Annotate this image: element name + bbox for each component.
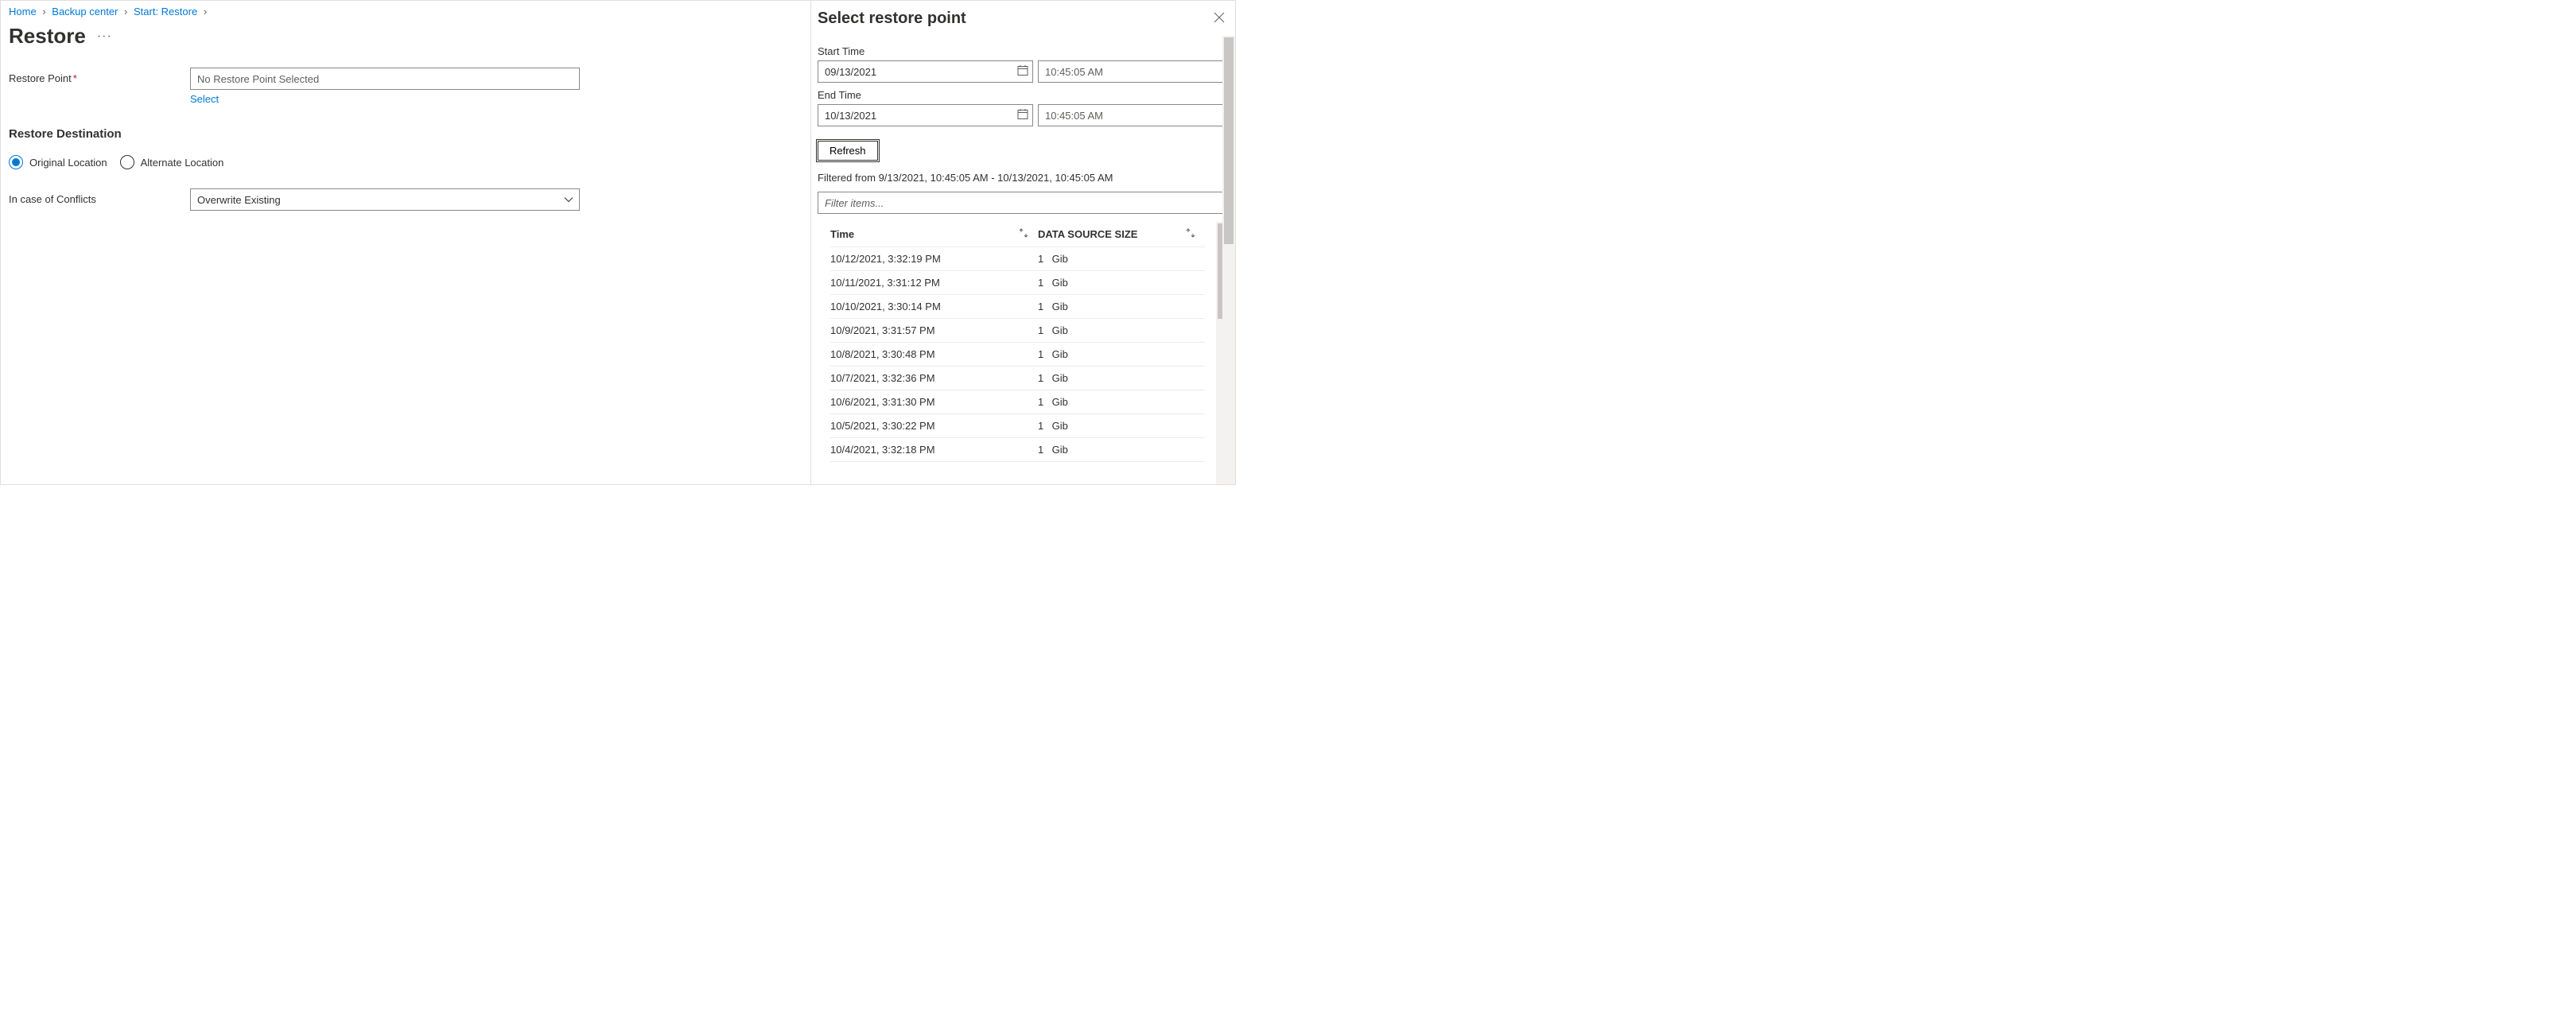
- cell-size: 1 Gib: [1038, 396, 1205, 408]
- table-row[interactable]: 10/7/2021, 3:32:36 PM1 Gib: [830, 367, 1205, 390]
- breadcrumb-item[interactable]: Backup center: [52, 6, 118, 17]
- select-restore-point-panel: Select restore point Start Time End Time: [810, 1, 1235, 484]
- start-time-input[interactable]: [1038, 60, 1229, 83]
- restore-destination-heading: Restore Destination: [9, 127, 802, 141]
- column-header-time[interactable]: Time: [830, 228, 854, 240]
- cell-time: 10/11/2021, 3:31:12 PM: [830, 277, 1038, 289]
- table-header: Time DATA SOURCE SIZE: [830, 222, 1205, 247]
- radio-original-location[interactable]: Original Location: [9, 155, 107, 169]
- table-row[interactable]: 10/5/2021, 3:30:22 PM1 Gib: [830, 414, 1205, 438]
- breadcrumb-item[interactable]: Start: Restore: [134, 6, 197, 17]
- cell-time: 10/7/2021, 3:32:36 PM: [830, 372, 1038, 384]
- conflicts-label: In case of Conflicts: [9, 188, 190, 205]
- cell-size: 1 Gib: [1038, 324, 1205, 336]
- table-row[interactable]: 10/6/2021, 3:31:30 PM1 Gib: [830, 390, 1205, 414]
- cell-size: 1 Gib: [1038, 253, 1205, 265]
- close-icon: [1214, 12, 1225, 25]
- cell-time: 10/4/2021, 3:32:18 PM: [830, 444, 1038, 456]
- cell-size: 1 Gib: [1038, 277, 1205, 289]
- radio-alternate-location[interactable]: Alternate Location: [120, 155, 224, 169]
- end-time-label: End Time: [818, 89, 1229, 101]
- chevron-right-icon: ›: [42, 6, 45, 17]
- cell-size: 1 Gib: [1038, 301, 1205, 312]
- radio-label: Original Location: [29, 157, 107, 169]
- more-icon[interactable]: ···: [97, 29, 112, 44]
- table-row[interactable]: 10/9/2021, 3:31:57 PM1 Gib: [830, 319, 1205, 343]
- calendar-icon[interactable]: [1017, 65, 1028, 79]
- panel-title: Select restore point: [818, 10, 966, 28]
- cell-size: 1 Gib: [1038, 420, 1205, 432]
- restore-point-input[interactable]: [190, 68, 580, 90]
- start-time-label: Start Time: [818, 45, 1229, 57]
- cell-time: 10/10/2021, 3:30:14 PM: [830, 301, 1038, 312]
- cell-time: 10/12/2021, 3:32:19 PM: [830, 253, 1038, 265]
- start-date-input[interactable]: [818, 60, 1033, 83]
- breadcrumb: Home › Backup center › Start: Restore ›: [1, 6, 810, 17]
- restore-point-label: Restore Point*: [9, 68, 190, 84]
- end-date-input[interactable]: [818, 104, 1033, 126]
- table-row[interactable]: 10/8/2021, 3:30:48 PM1 Gib: [830, 343, 1205, 367]
- scrollbar-thumb[interactable]: [1224, 37, 1234, 244]
- radio-label: Alternate Location: [141, 157, 224, 169]
- calendar-icon[interactable]: [1017, 109, 1028, 122]
- conflicts-dropdown[interactable]: [190, 188, 580, 211]
- cell-size: 1 Gib: [1038, 372, 1205, 384]
- cell-size: 1 Gib: [1038, 444, 1205, 456]
- chevron-right-icon: ›: [124, 6, 127, 17]
- sort-icon[interactable]: [1019, 228, 1028, 240]
- table-row[interactable]: 10/11/2021, 3:31:12 PM1 Gib: [830, 271, 1205, 295]
- select-restore-point-link[interactable]: Select: [190, 93, 219, 105]
- cell-time: 10/6/2021, 3:31:30 PM: [830, 396, 1038, 408]
- cell-size: 1 Gib: [1038, 348, 1205, 360]
- column-header-size[interactable]: DATA SOURCE SIZE: [1038, 228, 1137, 240]
- cell-time: 10/5/2021, 3:30:22 PM: [830, 420, 1038, 432]
- filter-items-input[interactable]: [818, 192, 1229, 214]
- cell-time: 10/8/2021, 3:30:48 PM: [830, 348, 1038, 360]
- table-row[interactable]: 10/4/2021, 3:32:18 PM1 Gib: [830, 438, 1205, 462]
- table-row[interactable]: 10/10/2021, 3:30:14 PM1 Gib: [830, 295, 1205, 319]
- chevron-right-icon: ›: [204, 6, 207, 17]
- radio-checked-icon: [9, 155, 23, 169]
- page-title: Restore: [9, 24, 86, 49]
- filtered-range-text: Filtered from 9/13/2021, 10:45:05 AM - 1…: [818, 172, 1229, 184]
- breadcrumb-item[interactable]: Home: [9, 6, 37, 17]
- cell-time: 10/9/2021, 3:31:57 PM: [830, 324, 1038, 336]
- sort-icon[interactable]: [1186, 228, 1195, 240]
- end-time-input[interactable]: [1038, 104, 1229, 126]
- radio-unchecked-icon: [120, 155, 134, 169]
- panel-scrollbar[interactable]: [1222, 36, 1235, 484]
- close-button[interactable]: [1208, 7, 1230, 29]
- table-row[interactable]: 10/12/2021, 3:32:19 PM1 Gib: [830, 247, 1205, 271]
- refresh-button[interactable]: Refresh: [818, 141, 878, 161]
